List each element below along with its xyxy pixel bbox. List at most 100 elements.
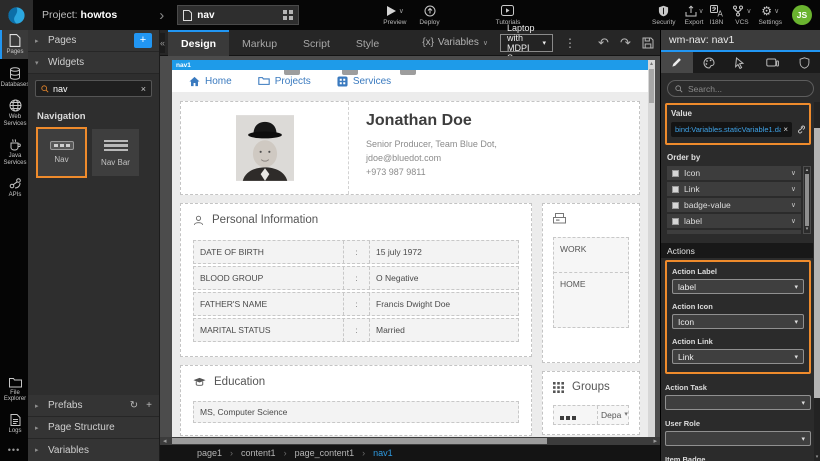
contact-row-work[interactable]: WORK bbox=[554, 238, 628, 273]
table-row[interactable]: MARITAL STATUS : Married bbox=[193, 318, 519, 342]
tab-style[interactable]: Style bbox=[343, 30, 392, 56]
breadcrumb-item[interactable]: page_content1 bbox=[295, 448, 355, 458]
drag-handle[interactable] bbox=[342, 70, 358, 75]
action-label-select[interactable]: label ▾ bbox=[672, 279, 804, 294]
i18n-button[interactable]: A I18N bbox=[710, 5, 724, 26]
property-search-input[interactable] bbox=[688, 84, 806, 94]
groups-dropdown[interactable]: Depa ▾ bbox=[598, 406, 628, 424]
nav-item-projects[interactable]: Projects bbox=[258, 76, 311, 87]
bind-link-icon[interactable] bbox=[796, 125, 805, 134]
rail-item-file-explorer[interactable]: File Explorer bbox=[0, 373, 28, 406]
order-by-scrollbar[interactable]: ▴ ▾ bbox=[803, 166, 811, 234]
rail-item-logs[interactable]: Logs bbox=[0, 410, 28, 438]
wavemaker-logo[interactable] bbox=[0, 0, 33, 30]
widget-tile-navbar[interactable]: Nav Bar bbox=[92, 129, 139, 176]
tab-styles[interactable] bbox=[693, 52, 725, 73]
drag-handle[interactable] bbox=[400, 70, 416, 75]
tab-script[interactable]: Script bbox=[290, 30, 343, 56]
personal-info-panel[interactable]: Personal Information DATE OF BIRTH : 15 … bbox=[180, 203, 532, 357]
action-link-select[interactable]: Link ▾ bbox=[672, 349, 804, 364]
value-binding-input[interactable]: bind:Variables.staticVariable1.dataSet × bbox=[671, 122, 792, 137]
selection-bar[interactable]: nav1 bbox=[172, 60, 648, 70]
widget-search-input[interactable] bbox=[53, 84, 137, 94]
canvas-horizontal-scrollbar[interactable]: ◂ ▸ bbox=[160, 437, 660, 445]
pages-section-header[interactable]: ▸ Pages + bbox=[28, 30, 159, 52]
tab-security[interactable] bbox=[788, 52, 820, 73]
page-structure-section-header[interactable]: ▸ Page Structure bbox=[28, 417, 159, 439]
checkbox[interactable] bbox=[672, 202, 679, 209]
action-icon-select[interactable]: Icon ▾ bbox=[672, 314, 804, 329]
nav-item-home[interactable]: Home bbox=[189, 76, 232, 87]
page-switcher[interactable]: nav bbox=[177, 5, 299, 25]
breadcrumb-item[interactable]: content1 bbox=[241, 448, 276, 458]
breadcrumb-item[interactable]: page1 bbox=[197, 448, 222, 458]
rail-item-java-services[interactable]: Java Services bbox=[0, 134, 28, 169]
checkbox[interactable] bbox=[672, 218, 679, 225]
chevron-down-icon[interactable]: ∨ bbox=[791, 169, 796, 177]
widgets-section-header[interactable]: ▾ Widgets bbox=[28, 52, 159, 74]
deploy-button[interactable]: Deploy bbox=[419, 5, 439, 26]
drag-handle[interactable] bbox=[284, 70, 300, 75]
actions-section-header[interactable]: Actions bbox=[661, 243, 813, 258]
order-by-item[interactable]: Icon ∨ bbox=[667, 166, 801, 180]
canvas-page[interactable]: nav1 Home Projects bbox=[172, 60, 648, 437]
security-button[interactable]: Security bbox=[652, 5, 675, 26]
tab-markup[interactable]: Markup bbox=[229, 30, 290, 56]
tab-properties[interactable] bbox=[661, 52, 693, 73]
rail-item-pages[interactable]: Pages bbox=[0, 30, 28, 59]
table-row[interactable]: BLOOD GROUP : O Negative bbox=[193, 266, 519, 290]
checkbox[interactable] bbox=[672, 170, 679, 177]
widget-tile-nav[interactable]: Nav bbox=[38, 129, 85, 176]
chevron-down-icon[interactable]: ∨ bbox=[791, 201, 796, 209]
save-button[interactable] bbox=[642, 37, 654, 49]
widget-search[interactable]: × bbox=[35, 80, 152, 97]
device-selector[interactable]: Laptop with MDPI Screen ▾ bbox=[500, 34, 553, 52]
user-avatar[interactable]: JS bbox=[792, 5, 812, 25]
collapse-left-panel-button[interactable]: « bbox=[160, 33, 165, 53]
property-search[interactable] bbox=[667, 80, 814, 97]
chevron-down-icon[interactable]: ∨ bbox=[791, 185, 796, 193]
prefabs-section-header[interactable]: ▸ Prefabs ↻+ bbox=[28, 395, 159, 417]
table-row[interactable]: DATE OF BIRTH : 15 july 1972 bbox=[193, 240, 519, 264]
contact-row-home[interactable]: HOME bbox=[554, 273, 628, 327]
add-page-button[interactable]: + bbox=[134, 33, 152, 48]
clear-search-icon[interactable]: × bbox=[141, 84, 146, 94]
undo-button[interactable]: ↶ bbox=[598, 36, 609, 49]
variables-dropdown[interactable]: {x} Variables ∨ bbox=[422, 37, 488, 48]
education-row[interactable]: MS, Computer Science bbox=[193, 401, 519, 423]
settings-button[interactable]: ⚙∨ Settings bbox=[759, 5, 783, 26]
rail-more-button[interactable]: ••• bbox=[0, 441, 28, 461]
order-by-item[interactable]: label ∨ bbox=[667, 214, 801, 228]
groups-row[interactable]: Depa ▾ bbox=[553, 405, 629, 425]
preview-button[interactable]: ∨ Preview bbox=[383, 5, 406, 26]
user-role-select[interactable]: ▾ bbox=[665, 431, 811, 446]
rail-item-apis[interactable]: APIs bbox=[0, 173, 28, 202]
add-prefab-icon[interactable]: + bbox=[146, 400, 152, 411]
vcs-button[interactable]: ∨ VCS bbox=[732, 5, 751, 26]
tab-events[interactable] bbox=[725, 52, 757, 73]
tab-device[interactable] bbox=[756, 52, 788, 73]
action-task-select[interactable]: ▾ bbox=[665, 395, 811, 410]
profile-panel[interactable]: Jonathan Doe Senior Producer, Team Blue … bbox=[180, 101, 640, 195]
order-by-item[interactable]: badge-value ∨ bbox=[667, 198, 801, 212]
order-by-item[interactable]: Link ∨ bbox=[667, 182, 801, 196]
apps-grid-icon[interactable] bbox=[283, 10, 293, 20]
refresh-icon[interactable]: ↻ bbox=[130, 400, 138, 411]
more-menu-button[interactable]: ⋮ bbox=[564, 37, 576, 49]
chevron-down-icon[interactable]: ∨ bbox=[791, 217, 796, 225]
tab-design[interactable]: Design bbox=[168, 30, 229, 56]
groups-panel[interactable]: Groups Depa ▾ bbox=[542, 371, 640, 435]
clear-binding-icon[interactable]: × bbox=[783, 125, 788, 134]
breadcrumb-item-current[interactable]: nav1 bbox=[373, 448, 393, 458]
table-row[interactable]: FATHER'S NAME : Francis Dwight Doe bbox=[193, 292, 519, 316]
canvas-vertical-scrollbar[interactable]: ▴ bbox=[648, 60, 655, 437]
export-button[interactable]: ∨ Export bbox=[685, 5, 704, 26]
rail-item-databases[interactable]: Databases bbox=[0, 63, 28, 92]
education-panel[interactable]: Education MS, Computer Science bbox=[180, 365, 532, 436]
variables-section-header[interactable]: ▸ Variables bbox=[28, 439, 159, 461]
nav-item-services[interactable]: Services bbox=[337, 76, 391, 87]
redo-button[interactable]: ↷ bbox=[620, 36, 631, 49]
inspector-scrollbar[interactable]: ▾ bbox=[814, 102, 820, 461]
checkbox[interactable] bbox=[672, 186, 679, 193]
rail-item-web-services[interactable]: Web Services bbox=[0, 95, 28, 130]
